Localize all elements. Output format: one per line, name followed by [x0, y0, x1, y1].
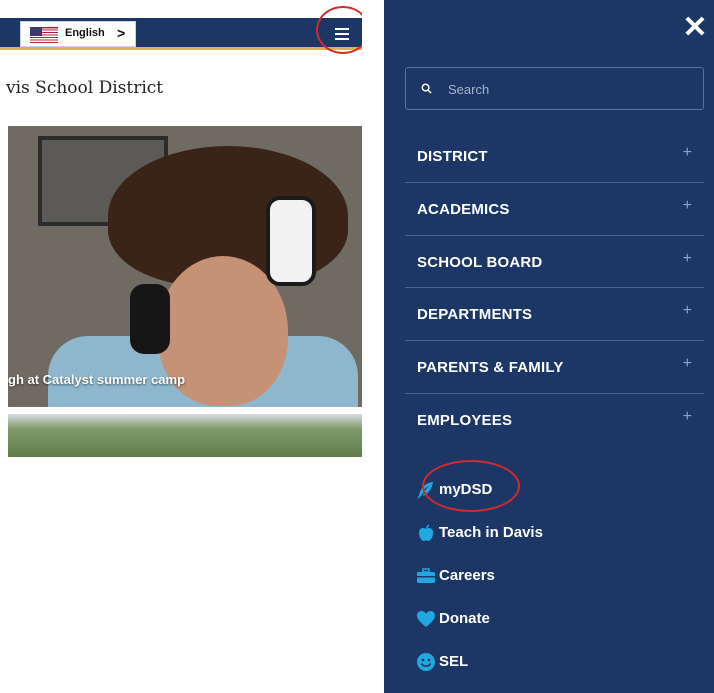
quick-link-teach-in-davis[interactable]: Teach in Davis [416, 521, 696, 564]
search-icon [421, 83, 432, 94]
hamburger-menu-button[interactable] [332, 24, 352, 44]
nav-drawer: ✕ DISTRICT + ACADEMICS + SCHOOL BOARD + … [384, 0, 714, 693]
close-menu-button[interactable]: ✕ [681, 13, 709, 43]
quick-link-donate[interactable]: Donate [416, 607, 696, 650]
search-input[interactable] [446, 78, 686, 100]
nav-item-label: PARENTS & FAMILY [417, 359, 564, 377]
quick-link-label: Careers [439, 567, 495, 584]
hero-photo[interactable]: gh at Catalyst summer camp [8, 126, 362, 407]
nav-item-academics[interactable]: ACADEMICS + [405, 183, 704, 236]
apple-icon [419, 524, 433, 541]
main-nav: DISTRICT + ACADEMICS + SCHOOL BOARD + DE… [405, 130, 704, 447]
quick-link-label: SEL [439, 653, 469, 670]
nav-item-label: DISTRICT [417, 148, 488, 165]
plus-icon[interactable]: + [683, 197, 692, 215]
nav-item-parents-family[interactable]: PARENTS & FAMILY + [405, 341, 704, 394]
search-box[interactable] [405, 67, 704, 110]
nav-item-label: ACADEMICS [417, 200, 510, 218]
quick-link-label: Donate [439, 610, 490, 627]
plus-icon[interactable]: + [683, 355, 692, 373]
photo-headphone-right [266, 196, 316, 286]
quick-link-careers[interactable]: Careers [416, 564, 696, 607]
quick-link-label: Teach in Davis [439, 524, 543, 541]
briefcase-icon [417, 568, 435, 583]
plus-icon[interactable]: + [683, 408, 692, 426]
nav-item-employees[interactable]: EMPLOYEES + [405, 394, 704, 447]
plus-icon[interactable]: + [683, 144, 692, 162]
quick-link-mydsd[interactable]: myDSD [416, 478, 696, 521]
photo-caption: gh at Catalyst summer camp [8, 372, 186, 387]
us-flag-icon [30, 27, 58, 43]
quick-link-sel[interactable]: SEL [416, 650, 696, 693]
nav-item-district[interactable]: DISTRICT + [405, 130, 704, 183]
nav-item-label: SCHOOL BOARD [417, 253, 543, 271]
quick-links: myDSD Teach in Davis Careers Donate SEL [416, 478, 696, 693]
language-label: English [65, 27, 105, 39]
photo-headphone-left [130, 284, 170, 354]
nav-item-departments[interactable]: DEPARTMENTS + [405, 288, 704, 342]
plus-icon[interactable]: + [683, 250, 692, 268]
language-selector[interactable]: English > [20, 21, 136, 47]
chevron-right-icon: > [117, 25, 126, 41]
secondary-photo[interactable] [8, 414, 362, 457]
smiley-icon [417, 653, 435, 671]
top-bar: English > [0, 18, 362, 50]
mobile-page: English > vis School District gh at Cata… [0, 0, 362, 693]
nav-item-school-board[interactable]: SCHOOL BOARD + [405, 236, 704, 289]
nav-item-label: DEPARTMENTS [417, 306, 533, 324]
plus-icon[interactable]: + [683, 302, 692, 320]
feather-icon [417, 482, 433, 499]
site-title: vis School District [6, 78, 164, 98]
heart-icon [417, 611, 435, 627]
nav-item-label: EMPLOYEES [417, 411, 513, 429]
quick-link-label: myDSD [439, 481, 493, 498]
